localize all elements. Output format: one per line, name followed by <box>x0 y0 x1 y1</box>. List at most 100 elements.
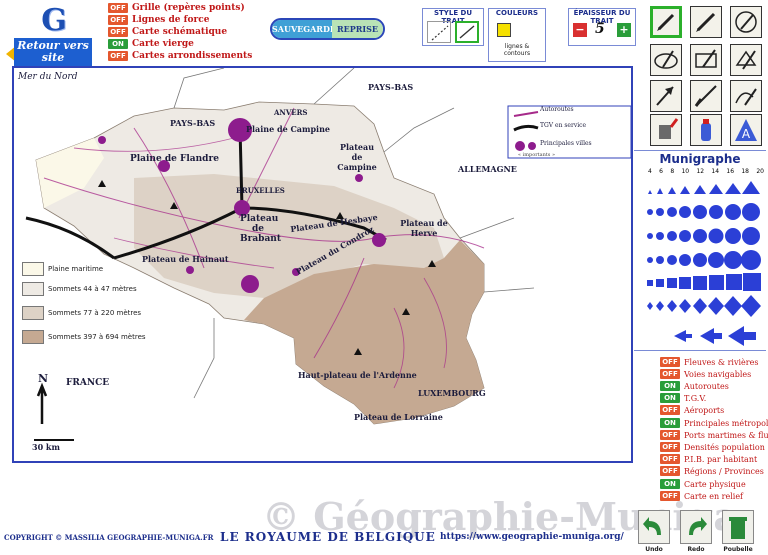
toggle-switch[interactable]: ON <box>660 381 680 391</box>
layer-densites[interactable]: OFF Densités population <box>660 441 765 453</box>
undo-arrow-icon <box>643 517 661 535</box>
toggle-switch[interactable]: OFF <box>108 27 128 37</box>
city-label-bruxelles: BRUXELLES <box>236 186 285 195</box>
site-url[interactable]: https://www.geographie-muniga.org/ <box>440 532 624 542</box>
toggle-switch[interactable]: OFF <box>660 442 680 452</box>
option-carte-vierge[interactable]: ON Carte vierge <box>108 38 252 50</box>
spray-tool[interactable] <box>690 114 722 146</box>
curve-tool[interactable] <box>730 80 762 112</box>
layer-fleuves[interactable]: OFF Fleuves & rivières <box>660 356 758 368</box>
option-lignes-force[interactable]: OFF Lignes de force <box>108 14 252 26</box>
arrow-tool[interactable] <box>650 80 682 112</box>
copyright-text: COPYRIGHT © MASSILIA GEOGRAPHIE-MUNIGA.F… <box>4 533 214 542</box>
trash-button[interactable] <box>722 510 754 544</box>
thickness-decrease-button[interactable]: − <box>573 23 587 37</box>
circle-pencil-tool[interactable] <box>730 6 762 38</box>
color-swatch-yellow[interactable] <box>497 23 511 37</box>
undo-button[interactable] <box>638 510 670 544</box>
option-arrondissements[interactable]: OFF Cartes arrondissements <box>108 50 252 62</box>
logo-return-link[interactable]: G Retour vers site <box>6 2 98 66</box>
option-label: Carte vierge <box>132 39 194 49</box>
solid-line-style-button[interactable] <box>455 21 479 43</box>
pencil-tool[interactable] <box>690 6 722 38</box>
layer-label: Ports martimes & fluviaux <box>684 430 768 440</box>
thickness-panel: ÉPAISSEUR DU TRAIT − 5 + <box>568 8 636 46</box>
size-label: 14 <box>711 168 720 175</box>
layer-voies-navigables[interactable]: OFF Voies navigables <box>660 368 751 380</box>
toggle-switch[interactable]: OFF <box>660 430 680 440</box>
munigraphe-symbols[interactable] <box>644 178 766 346</box>
layer-pib[interactable]: OFF P.I.B. par habitant <box>660 453 757 465</box>
layer-tgv[interactable]: ON T.G.V. <box>660 392 706 404</box>
toggle-switch[interactable]: OFF <box>660 357 680 367</box>
rectangle-tool[interactable] <box>690 44 722 76</box>
thickness-increase-button[interactable]: + <box>617 23 631 37</box>
redo-arrow-icon <box>689 517 707 535</box>
layer-carte-physique[interactable]: ON Carte physique <box>660 478 746 490</box>
altitude-swatch <box>22 282 44 296</box>
toggle-switch[interactable]: OFF <box>108 15 128 25</box>
trash-icon <box>729 517 747 539</box>
layer-label: Autoroutes <box>684 381 729 391</box>
layer-label: Voies navigables <box>684 369 752 379</box>
reset-button[interactable]: REPRISE <box>332 20 383 38</box>
city-hasselt <box>355 174 363 182</box>
layer-autoroutes[interactable]: ON Autoroutes <box>660 380 729 392</box>
toggle-switch[interactable]: ON <box>660 479 680 489</box>
toggle-switch[interactable]: OFF <box>108 51 128 61</box>
option-label: Cartes arrondissements <box>132 51 253 61</box>
layer-aeroports[interactable]: OFF Aéroports <box>660 404 724 416</box>
colors-title: COULEURS <box>495 9 539 17</box>
curve-pencil-icon <box>735 88 757 106</box>
return-to-site-button[interactable]: Retour vers site <box>14 38 92 66</box>
layer-label: Régions / Provinces <box>684 466 764 476</box>
altitude-label: Sommets 77 à 220 mètres <box>48 309 142 317</box>
region-label-herve: Plateau de Herve <box>400 218 448 238</box>
freehand-pencil-tool[interactable] <box>650 6 682 38</box>
option-label: Lignes de force <box>132 15 210 25</box>
toggle-switch[interactable]: ON <box>660 418 680 428</box>
size-label: 20 <box>756 168 764 175</box>
ellipse-tool[interactable] <box>650 44 682 76</box>
altitude-swatch <box>22 306 44 320</box>
size-label: 10 <box>681 168 690 175</box>
city-mons <box>186 266 194 274</box>
layer-regions[interactable]: OFF Régions / Provinces <box>660 465 764 477</box>
sea-label: Mer du Nord <box>18 72 78 82</box>
ellipse-icon <box>654 50 678 69</box>
region-label-plateau-campine: Plateau de Campine <box>337 142 377 172</box>
region-label-flandre: Plaine de Flandre <box>130 154 219 164</box>
redo-button[interactable] <box>680 510 712 544</box>
altitude-legend-2: Sommets 44 à 47 mètres <box>22 282 137 296</box>
option-label: Carte schématique <box>132 27 228 37</box>
altitude-legend-3: Sommets 77 à 220 mètres <box>22 306 141 320</box>
region-label-campine: Plaine de Campine <box>246 124 330 134</box>
layer-metropoles[interactable]: ON Principales métropoles <box>660 417 768 429</box>
country-label-luxembourg: LUXEMBOURG <box>418 388 486 398</box>
polygon-tool[interactable] <box>730 44 762 76</box>
toggle-switch[interactable]: OFF <box>660 369 680 379</box>
text-a-icon: A <box>735 119 757 141</box>
layer-ports[interactable]: OFF Ports martimes & fluviaux <box>660 429 768 441</box>
line-tool[interactable] <box>690 80 722 112</box>
map-canvas[interactable]: Mer du Nord PAYS-BAS PAYS-BAS ALLEMAGNE … <box>12 66 633 463</box>
altitude-legend-4: Sommets 397 à 694 mètres <box>22 330 146 344</box>
dashed-line-style-button[interactable] <box>427 21 451 43</box>
text-tool[interactable]: A <box>730 114 762 146</box>
legend-autoroutes: Autoroutes <box>540 106 574 113</box>
city-charleroi <box>241 275 259 293</box>
toggle-switch[interactable]: ON <box>108 39 128 49</box>
fill-bucket-tool[interactable] <box>650 114 682 146</box>
drawing-tools: A <box>648 4 766 146</box>
size-label: 6 <box>659 168 663 175</box>
toggle-switch[interactable]: OFF <box>660 405 680 415</box>
save-button[interactable]: SAUVEGARDE <box>272 20 336 38</box>
toggle-switch[interactable]: OFF <box>660 466 680 476</box>
option-grille[interactable]: OFF Grille (repères points) <box>108 2 252 14</box>
toggle-switch[interactable]: ON <box>660 393 680 403</box>
country-label-paysbas-2: PAYS-BAS <box>170 118 216 128</box>
toggle-switch[interactable]: OFF <box>660 454 680 464</box>
option-carte-schematique[interactable]: OFF Carte schématique <box>108 26 252 38</box>
toggle-switch[interactable]: OFF <box>108 3 128 13</box>
country-label-paysbas: PAYS-BAS <box>368 82 414 92</box>
